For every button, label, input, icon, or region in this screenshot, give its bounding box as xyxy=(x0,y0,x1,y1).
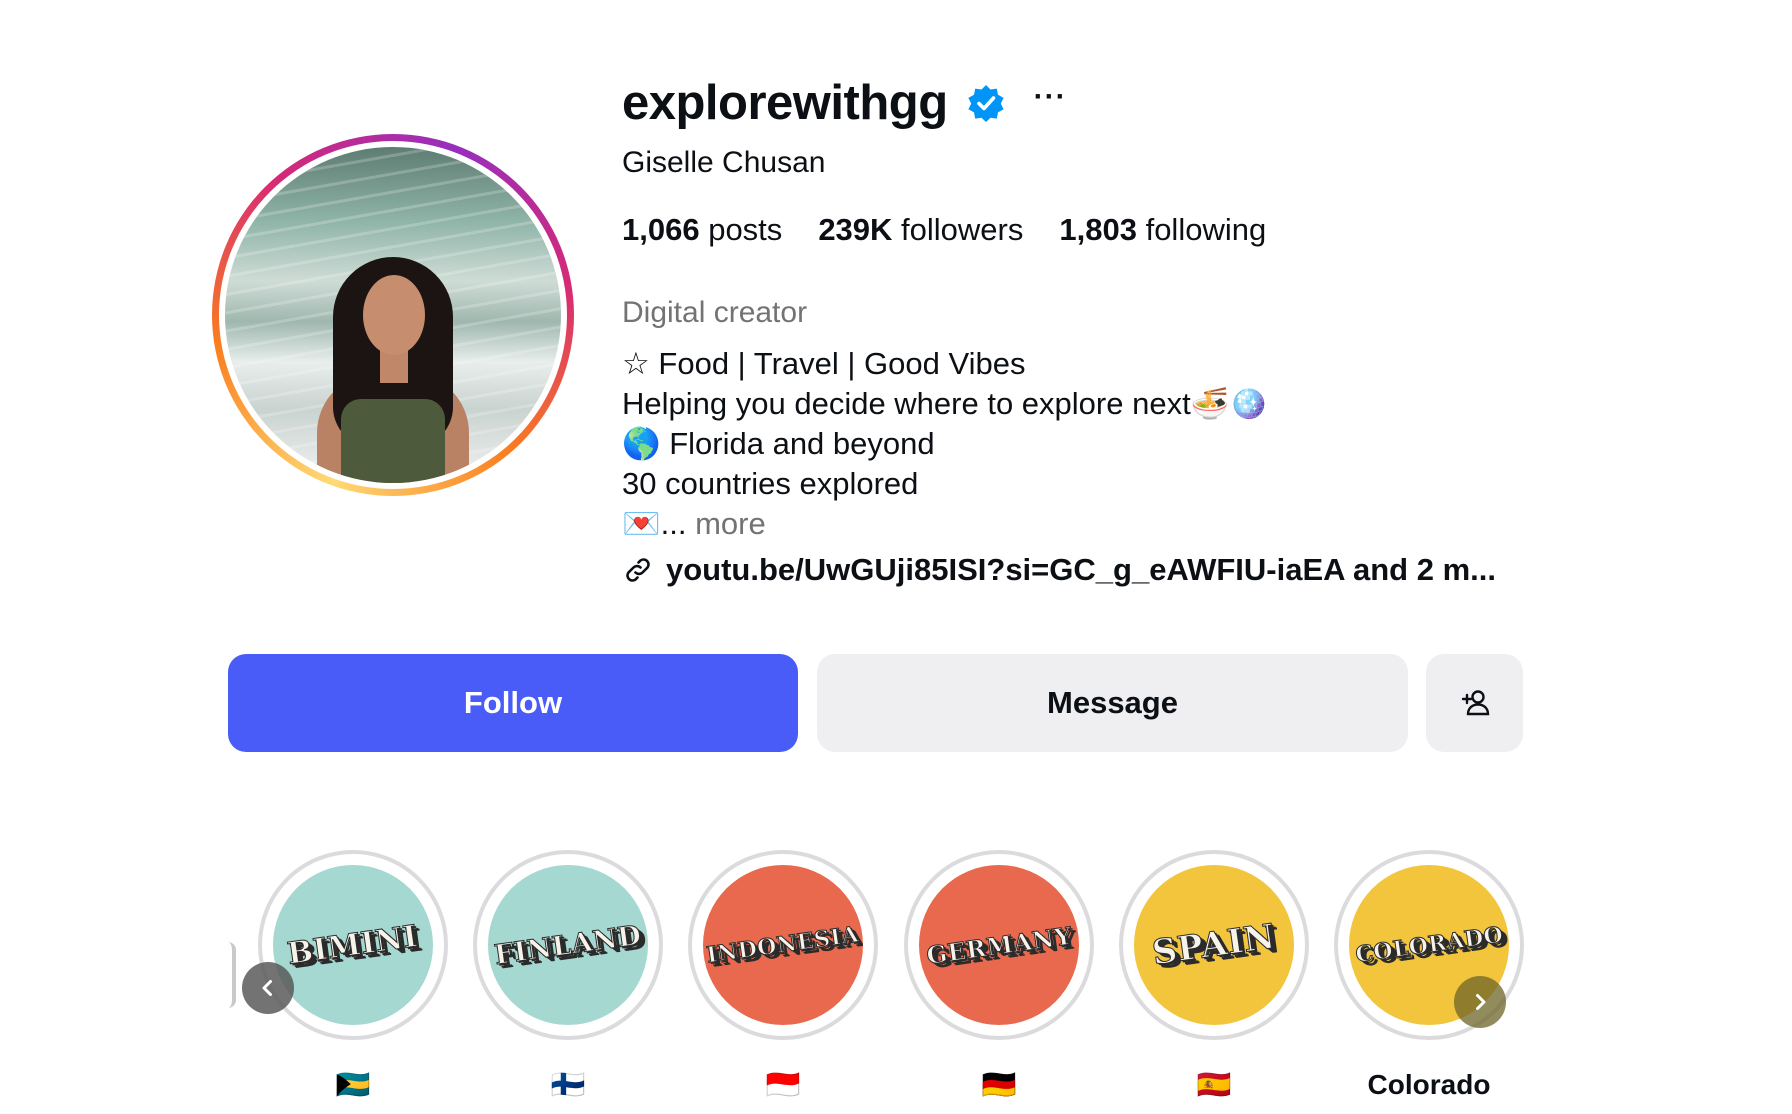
bio-line: 30 countries explored xyxy=(622,466,919,501)
highlight-cover: BIMINI xyxy=(273,865,433,1025)
profile-page: explorewithgg ··· Giselle Chusan 1,066 p… xyxy=(0,0,1792,1114)
highlight-cover: SPAIN xyxy=(1134,865,1294,1025)
highlight-label: 🇩🇪 xyxy=(981,1069,1017,1100)
category-label: Digital creator xyxy=(622,296,808,329)
bio-more-link[interactable]: more xyxy=(695,506,766,541)
follow-button[interactable]: Follow xyxy=(228,654,798,752)
bio-line-truncated: 💌... more xyxy=(622,504,1268,544)
bio: ☆ Food | Travel | Good Vibes Helping you… xyxy=(622,344,1268,544)
posts-count: 1,066 xyxy=(622,212,700,247)
highlights-next-button[interactable] xyxy=(1454,976,1506,1028)
bio-line-prefix: 💌... xyxy=(622,506,687,541)
highlight-cover: GERMANY xyxy=(919,865,1079,1025)
bio-line: ☆ Food | Travel | Good Vibes xyxy=(622,346,1026,381)
bio-line: Helping you decide where to explore next… xyxy=(622,386,1268,421)
chevron-left-icon xyxy=(262,980,272,996)
highlight-label: Colorado xyxy=(1367,1069,1491,1100)
posts-stat: 1,066 posts xyxy=(622,212,782,248)
followers-stat[interactable]: 239K followers xyxy=(818,212,1023,248)
highlight-item[interactable]: GERMANY 🇩🇪 xyxy=(904,850,1094,1102)
followers-count: 239K xyxy=(818,212,893,247)
highlight-cover-text: FINLAND xyxy=(492,919,644,971)
highlight-item[interactable]: FINLAND 🇫🇮 xyxy=(473,850,663,1102)
full-name: Giselle Chusan xyxy=(622,146,826,179)
profile-stats: 1,066 posts 239K followers 1,803 followi… xyxy=(622,212,1266,248)
more-options-button[interactable]: ··· xyxy=(1034,82,1067,124)
chevron-right-icon xyxy=(1476,994,1486,1010)
highlight-cover: FINLAND xyxy=(488,865,648,1025)
bio-line: 🌎 Florida and beyond xyxy=(622,426,935,461)
highlight-label: 🇮🇩 xyxy=(765,1069,801,1100)
highlight-item[interactable]: COLORADO Colorado xyxy=(1334,850,1524,1102)
highlight-cover-text: INDONESIA xyxy=(705,921,861,969)
following-count: 1,803 xyxy=(1059,212,1137,247)
highlight-label: 🇧🇸 xyxy=(335,1069,371,1100)
add-user-icon xyxy=(1461,690,1489,716)
highlight-label: 🇪🇸 xyxy=(1196,1069,1232,1100)
message-button-label: Message xyxy=(1047,685,1178,720)
suggested-accounts-button[interactable] xyxy=(1426,654,1523,752)
highlight-cover-text: COLORADO xyxy=(1353,921,1505,969)
profile-link-text: youtu.be/UwGUji85ISI?si=GC_g_eAWFIU-iaEA… xyxy=(666,552,1496,587)
username: explorewithgg xyxy=(622,76,948,130)
profile-avatar[interactable] xyxy=(212,134,574,496)
following-label: following xyxy=(1145,212,1267,247)
highlights-prev-button[interactable] xyxy=(242,962,294,1014)
highlight-cover: INDONESIA xyxy=(703,865,863,1025)
partial-highlight xyxy=(228,942,236,1008)
highlight-cover-text: GERMANY xyxy=(924,920,1074,970)
followers-label: followers xyxy=(901,212,1024,247)
posts-label: posts xyxy=(708,212,783,247)
highlight-label: 🇫🇮 xyxy=(550,1069,586,1100)
verified-badge-icon xyxy=(968,85,1004,122)
follow-button-label: Follow xyxy=(463,685,563,720)
link-icon xyxy=(626,558,650,582)
highlight-cover-text: SPAIN xyxy=(1150,916,1279,974)
following-stat[interactable]: 1,803 following xyxy=(1059,212,1266,248)
highlight-cover-text: BIMINI xyxy=(285,918,421,972)
highlight-item[interactable]: SPAIN 🇪🇸 xyxy=(1119,850,1309,1102)
username-row: explorewithgg ··· xyxy=(622,70,1067,136)
highlight-item[interactable]: INDONESIA 🇮🇩 xyxy=(688,850,878,1102)
story-highlights: BIMINI 🇧🇸 FINLAND 🇫🇮 INDONESIA 🇮🇩 GERMAN… xyxy=(228,850,1524,1114)
avatar-photo xyxy=(225,147,561,483)
message-button[interactable]: Message xyxy=(817,654,1408,752)
profile-link[interactable]: youtu.be/UwGUji85ISI?si=GC_g_eAWFIU-iaEA… xyxy=(622,552,1496,588)
